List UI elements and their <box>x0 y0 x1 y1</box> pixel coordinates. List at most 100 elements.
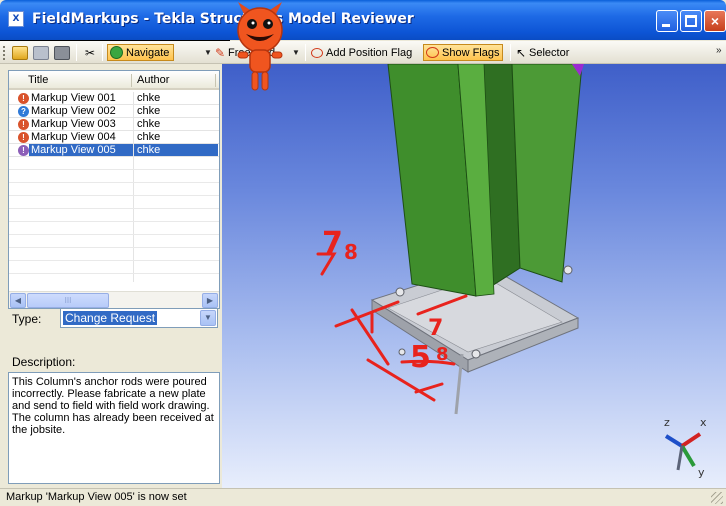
pen-icon: ✎ <box>215 45 226 60</box>
description-label: Description: <box>12 355 76 369</box>
save-button[interactable] <box>33 44 49 61</box>
tekla-app-icon[interactable]: X <box>8 11 24 27</box>
list-header: Title Author <box>9 71 219 90</box>
svg-text:x: x <box>700 416 707 429</box>
cut-icon: ✂ <box>84 45 96 60</box>
list-rows: ! Markup View 001 chke? Markup View 002 chke… <box>9 92 219 274</box>
column-header-author[interactable]: Author <box>137 74 169 86</box>
markup-annotation-8b: 8 <box>436 344 449 365</box>
alert-flag-icon: ! <box>18 119 29 130</box>
list-item[interactable]: ! Markup View 005 chke <box>9 144 219 157</box>
toolbar-separator <box>102 44 103 61</box>
svg-text:y: y <box>698 466 705 479</box>
empty-list-row <box>9 235 219 248</box>
type-label: Type: <box>12 312 42 326</box>
scroll-right-button[interactable]: ▶ <box>202 293 218 308</box>
empty-list-row <box>9 222 219 235</box>
toolbar-separator <box>76 44 77 61</box>
anchor-bolt <box>395 287 405 297</box>
empty-list-row <box>9 248 219 261</box>
alert-flag-icon: ! <box>18 93 29 104</box>
list-item[interactable]: ! Markup View 004 chke <box>9 131 219 144</box>
title-bar[interactable]: X FieldMarkups - Tekla Structures Model … <box>0 0 726 40</box>
chevron-down-icon: ▼ <box>292 48 300 57</box>
markup-title: Markup View 002 <box>31 105 116 117</box>
freehand-dropdown[interactable]: ▼ <box>292 44 300 61</box>
markup-annotation-7: 7 <box>322 226 343 261</box>
alert-flag-icon: ! <box>18 145 29 156</box>
anchor-bolt <box>398 348 406 356</box>
maximize-icon <box>685 15 697 27</box>
maximize-button[interactable] <box>680 10 702 32</box>
column-divider[interactable] <box>215 74 216 87</box>
window-title: FieldMarkups - Tekla Structures Model Re… <box>32 11 414 27</box>
cut-button[interactable]: ✂ <box>82 44 98 61</box>
flag-icon <box>311 47 323 58</box>
empty-list-row <box>9 196 219 209</box>
markup-annotation-5: 5 <box>410 340 431 375</box>
list-item[interactable]: ! Markup View 001 chke <box>9 92 219 105</box>
show-flags-button[interactable]: Show Flags <box>423 44 504 61</box>
markup-annotation-8: 8 <box>344 240 358 264</box>
close-icon: × <box>710 13 720 29</box>
show-flags-icon <box>426 47 439 58</box>
markup-author: chke <box>133 118 213 130</box>
open-folder-icon <box>12 45 28 60</box>
markup-author: chke <box>133 92 213 104</box>
description-textarea[interactable]: This Column's anchor rods were poured in… <box>8 372 220 484</box>
model-viewport[interactable]: 7 8 7 5 8 z x y <box>222 64 726 488</box>
markup-title: Markup View 003 <box>31 118 116 130</box>
svg-text:z: z <box>664 416 670 429</box>
selector-button[interactable]: ↖ Selector <box>516 44 569 61</box>
scroll-thumb[interactable]: III <box>27 293 109 308</box>
column-divider[interactable] <box>131 74 132 87</box>
type-select[interactable]: Change Request ▼ <box>60 308 218 328</box>
markup-list[interactable]: Title Author ! Markup View 001 chke? Markup… <box>8 70 220 309</box>
print-icon <box>54 45 70 60</box>
toolbar-grip[interactable] <box>3 46 6 60</box>
add-position-flag-button[interactable]: Add Position Flag <box>311 44 412 61</box>
status-message: Markup 'Markup View 005' is now set <box>6 491 187 503</box>
toolbar-overflow-icon[interactable]: » <box>716 45 722 56</box>
alert-flag-icon: ! <box>18 132 29 143</box>
chevron-down-icon[interactable]: ▼ <box>200 310 216 326</box>
navigate-icon <box>110 46 123 59</box>
markup-author: chke <box>133 131 213 143</box>
markup-author: chke <box>133 144 218 156</box>
minimize-icon <box>662 24 670 27</box>
save-icon <box>33 45 49 60</box>
axis-gizmo[interactable]: z x y <box>654 410 714 480</box>
navigate-dropdown[interactable]: ▼ <box>204 44 212 61</box>
question-flag-icon: ? <box>18 106 29 117</box>
empty-list-row <box>9 183 219 196</box>
column-header-title[interactable]: Title <box>28 74 48 86</box>
mascot-image <box>237 2 283 91</box>
navigate-button[interactable]: Navigate <box>107 44 175 61</box>
application-window: X FieldMarkups - Tekla Structures Model … <box>0 0 726 506</box>
markup-title: Markup View 001 <box>31 92 116 104</box>
anchor-bolt <box>471 349 481 359</box>
markup-author: chke <box>133 105 213 117</box>
resize-grip-icon[interactable] <box>711 492 723 504</box>
markup-title: Markup View 005 <box>29 144 133 156</box>
empty-list-row <box>9 157 219 170</box>
markup-annotation-7b: 7 <box>428 316 444 341</box>
show-flags-label: Show Flags <box>442 46 500 59</box>
anchor-bolt <box>563 265 573 275</box>
open-button[interactable] <box>12 44 28 61</box>
print-button[interactable] <box>54 44 70 61</box>
minimize-button[interactable] <box>656 10 678 32</box>
scroll-left-button[interactable]: ◀ <box>10 293 26 308</box>
list-item[interactable]: ? Markup View 002 chke <box>9 105 219 118</box>
list-item[interactable]: ! Markup View 003 chke <box>9 118 219 131</box>
column-flange-right <box>511 64 583 283</box>
type-select-value: Change Request <box>63 311 158 325</box>
cursor-icon: ↖ <box>516 45 527 60</box>
toolbar-separator <box>305 44 306 61</box>
horizontal-scrollbar[interactable]: ◀ III ▶ <box>9 291 219 308</box>
close-button[interactable]: × <box>704 10 726 32</box>
model-scene <box>316 64 584 415</box>
selector-label: Selector <box>529 46 570 59</box>
empty-list-row <box>9 170 219 183</box>
toolbar: ✂ Navigate ▼ ✎ Freehand ▼ Add Position F… <box>0 41 726 64</box>
